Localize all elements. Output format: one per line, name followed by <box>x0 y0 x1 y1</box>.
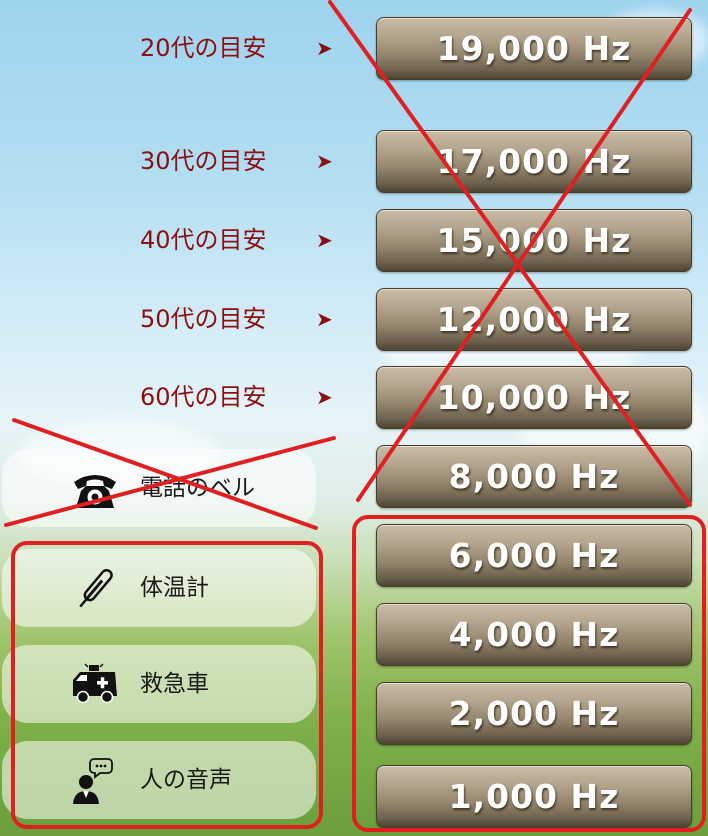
frequency-button-6000[interactable]: 6,000 Hz <box>376 524 692 587</box>
sound-sample-label: 救急車 <box>140 671 209 697</box>
age-guide-label: 20代の目安 <box>140 34 267 62</box>
sound-sample-thermometer[interactable]: 体温計 <box>2 549 316 627</box>
arrow-right-icon: ➤ <box>316 36 333 60</box>
frequency-button-15000[interactable]: 15,000 Hz <box>376 209 692 272</box>
arrow-right-icon: ➤ <box>316 307 333 331</box>
sound-sample-label: 体温計 <box>140 575 209 601</box>
age-guide-label: 30代の目安 <box>140 147 267 175</box>
ambulance-icon <box>73 663 117 704</box>
frequency-button-8000[interactable]: 8,000 Hz <box>376 445 692 508</box>
frequency-button-17000[interactable]: 17,000 Hz <box>376 130 692 193</box>
arrow-right-icon: ➤ <box>316 149 333 173</box>
sound-sample-label: 電話のベル <box>140 475 255 501</box>
age-guide-label: 60代の目安 <box>140 383 267 411</box>
sound-sample-human-voice[interactable]: 人の音声 <box>2 741 316 819</box>
sound-sample-telephone-bell[interactable]: 電話のベル <box>2 449 316 527</box>
frequency-button-19000[interactable]: 19,000 Hz <box>376 17 692 80</box>
age-guide-label: 40代の目安 <box>140 226 267 254</box>
arrow-right-icon: ➤ <box>316 385 333 409</box>
frequency-button-1000[interactable]: 1,000 Hz <box>376 765 692 828</box>
age-guide-label: 50代の目安 <box>140 305 267 333</box>
telephone-icon <box>74 475 116 508</box>
frequency-button-4000[interactable]: 4,000 Hz <box>376 603 692 666</box>
sound-sample-label: 人の音声 <box>140 767 232 793</box>
sound-sample-ambulance[interactable]: 救急車 <box>2 645 316 723</box>
frequency-button-2000[interactable]: 2,000 Hz <box>376 682 692 745</box>
frequency-button-10000[interactable]: 10,000 Hz <box>376 366 692 429</box>
frequency-button-12000[interactable]: 12,000 Hz <box>376 288 692 351</box>
arrow-right-icon: ➤ <box>316 228 333 252</box>
thermometer-icon <box>79 568 113 608</box>
person-speaking-icon <box>73 758 113 804</box>
